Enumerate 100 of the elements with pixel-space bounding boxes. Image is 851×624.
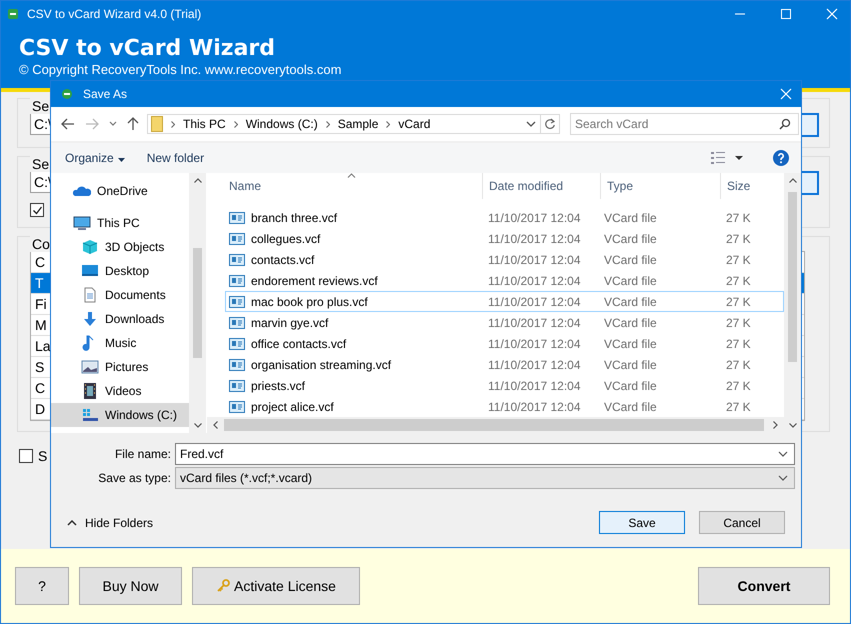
breadcrumb-item[interactable]: Windows (C:)	[246, 117, 318, 131]
scroll-thumb[interactable]	[224, 419, 764, 431]
maximize-icon[interactable]	[780, 8, 792, 20]
size-cell-text: 27 K	[725, 378, 752, 392]
nav-item[interactable]: OneDrive	[51, 179, 189, 203]
file-name: office contacts.vcf	[251, 336, 346, 350]
dialog-button[interactable]: Cancel	[699, 511, 785, 534]
contact-card-icon	[229, 254, 245, 266]
scrollbar[interactable]	[784, 173, 801, 433]
file-name: organisation streaming.vcf	[251, 358, 392, 372]
scroll-right-icon[interactable]	[773, 421, 778, 429]
file-name-field[interactable]: Fred.vcf	[175, 443, 795, 465]
checkbox[interactable]	[30, 203, 44, 217]
size-cell-text: 27 K	[725, 274, 752, 288]
file-name: collegues.vcf	[251, 232, 320, 246]
size-cell-text: 27 K	[725, 400, 752, 414]
file-row[interactable]: organisation streaming.vcf 11/10/2017 12:04 VCard file 27 K	[225, 354, 784, 375]
breadcrumb-item[interactable]: Sample	[338, 117, 378, 131]
chevron-right-icon	[326, 120, 330, 128]
app-icon	[7, 8, 19, 20]
file-row[interactable]: contacts.vcf 11/10/2017 12:04 VCard file 27 K	[225, 249, 784, 270]
file-row[interactable]: endorement reviews.vcf 11/10/2017 12:04 VCard file 27 K	[225, 270, 784, 291]
column-header[interactable]: Size	[721, 173, 784, 199]
dialog-title: Save As	[83, 87, 128, 101]
picture-icon	[81, 359, 99, 375]
file-row[interactable]: project alice.vcf 11/10/2017 12:04 VCard file 27 K	[225, 396, 784, 417]
file-row[interactable]: collegues.vcf 11/10/2017 12:04 VCard file 27 K	[225, 228, 784, 249]
chevron-down-icon	[778, 451, 788, 457]
breadcrumb-item[interactable]: This PC	[183, 117, 226, 131]
footer-button[interactable]: ?	[15, 567, 69, 605]
file-row[interactable]: marvin gye.vcf 11/10/2017 12:04 VCard file 27 K	[225, 312, 784, 333]
scrollbar[interactable]	[207, 417, 784, 433]
scroll-up-icon[interactable]	[788, 178, 796, 183]
group-label: Se	[30, 156, 52, 172]
file-name: project alice.vcf	[251, 400, 334, 414]
copyright-text: © Copyright RecoveryTools Inc. www.recoverytools.com	[19, 62, 342, 78]
size-cell-text: 27 K	[725, 210, 752, 224]
type-cell-text: VCard file	[604, 400, 658, 414]
help-icon[interactable]	[773, 150, 789, 166]
scroll-down-icon[interactable]	[788, 423, 796, 428]
caret-down-icon	[118, 158, 125, 162]
chevron-down-icon[interactable]	[109, 121, 117, 127]
scrollbar[interactable]	[189, 173, 206, 433]
footer-button[interactable]: Activate License	[192, 567, 360, 605]
size-cell-text: 27 K	[725, 358, 752, 372]
file-row[interactable]: office contacts.vcf 11/10/2017 12:04 VCard file 27 K	[225, 333, 784, 354]
hide-folders-button[interactable]: Hide Folders	[61, 514, 160, 530]
nav-item[interactable]: Windows (C:)	[51, 403, 189, 427]
nav-label: Downloads	[105, 312, 164, 326]
nav-item[interactable]: Desktop	[51, 259, 189, 283]
up-arrow-icon[interactable]	[127, 117, 139, 131]
file-row[interactable]: mac book pro plus.vcf 11/10/2017 12:04 VCard file 27 K	[225, 291, 784, 312]
nav-item[interactable]: This PC	[51, 211, 189, 235]
dialog-button[interactable]: Save	[599, 511, 685, 534]
type-cell-text: VCard file	[604, 358, 658, 372]
nav-item[interactable]: Music	[51, 331, 189, 355]
view-options-icon[interactable]	[711, 152, 743, 164]
convert-button[interactable]: Convert	[698, 567, 830, 605]
nav-item[interactable]: Downloads	[51, 307, 189, 331]
refresh-button[interactable]	[540, 114, 560, 134]
nav-item[interactable]: Pictures	[51, 355, 189, 379]
file-type-dropdown[interactable]: vCard files (*.vcf;*.vcard)	[175, 467, 795, 489]
date-cell-text: 11/10/2017 12:04	[487, 252, 582, 266]
checkbox[interactable]	[19, 449, 33, 463]
column-header[interactable]: Name	[207, 173, 483, 199]
cube-icon	[81, 239, 99, 255]
download-icon	[81, 311, 99, 327]
nav-item[interactable]: Videos	[51, 379, 189, 403]
file-row[interactable]: priests.vcf 11/10/2017 12:04 VCard file 27 K	[225, 375, 784, 396]
back-arrow-icon[interactable]	[61, 118, 75, 130]
search-field[interactable]: Search vCard	[570, 113, 799, 135]
chevron-down-icon[interactable]	[526, 121, 536, 127]
contact-card-icon	[229, 316, 245, 328]
breadcrumb-item[interactable]: vCard	[398, 117, 430, 131]
type-cell-text: VCard file	[604, 378, 658, 392]
type-cell-text: VCard file	[604, 252, 658, 266]
footer-button[interactable]: Buy Now	[79, 567, 182, 605]
key-icon	[216, 579, 230, 593]
toolbar-button[interactable]: Organize	[61, 149, 129, 167]
scroll-down-icon[interactable]	[194, 423, 202, 428]
nav-item[interactable]: 3D Objects	[51, 235, 189, 259]
column-header[interactable]: Type	[601, 173, 721, 199]
scroll-up-icon[interactable]	[194, 178, 202, 183]
app-heading: CSV to vCard Wizard	[19, 36, 276, 62]
address-bar[interactable]: This PC Windows (C:) Sample vCard	[147, 114, 541, 134]
type-cell-text: VCard file	[604, 232, 658, 246]
scroll-left-icon[interactable]	[213, 421, 218, 429]
close-icon[interactable]	[826, 8, 838, 20]
toolbar-button[interactable]: New folder	[142, 149, 208, 167]
contact-card-icon	[229, 380, 245, 392]
date-cell-text: 11/10/2017 12:04	[487, 232, 582, 246]
nav-item[interactable]: Documents	[51, 283, 189, 307]
scroll-thumb[interactable]	[788, 192, 797, 362]
column-header[interactable]: Date modified	[483, 173, 601, 199]
scroll-thumb[interactable]	[193, 248, 202, 358]
file-row[interactable]: branch three.vcf 11/10/2017 12:04 VCard file 27 K	[225, 207, 784, 228]
date-cell-text: 11/10/2017 12:04	[487, 210, 582, 224]
type-cell-text: VCard file	[604, 294, 658, 308]
nav-label: 3D Objects	[105, 240, 164, 254]
close-icon[interactable]	[780, 88, 792, 100]
